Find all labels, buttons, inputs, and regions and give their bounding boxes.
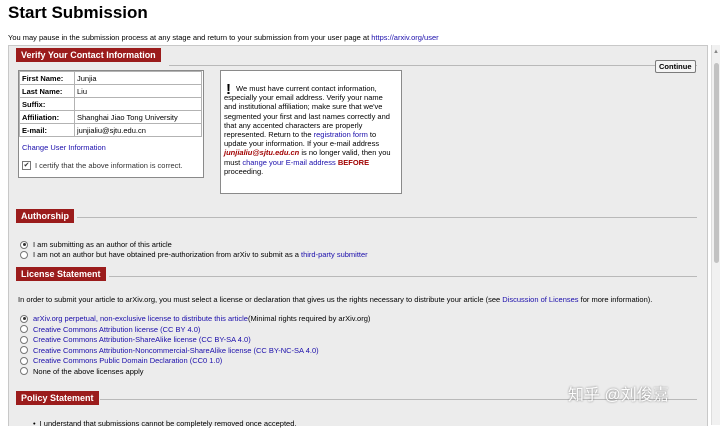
contact-field-label: E-mail:	[19, 123, 75, 137]
bullet-icon: •	[33, 419, 36, 428]
contact-row: E-mail: junjialiu@sjtu.edu.cn	[19, 123, 202, 137]
intro-text: You may pause in the submission process …	[8, 33, 439, 42]
scroll-thumb[interactable]	[714, 63, 719, 263]
license-option[interactable]: Creative Commons Public Domain Declarati…	[20, 356, 222, 365]
certify-label: I certify that the above information is …	[35, 161, 183, 170]
section-divider	[169, 65, 697, 66]
license-option-label[interactable]: Creative Commons Attribution-ShareAlike …	[33, 335, 251, 344]
license-intro: In order to submit your article to arXiv…	[18, 295, 652, 304]
section-title-authorship: Authorship	[16, 209, 74, 223]
section-title-license: License Statement	[16, 267, 106, 281]
warning-text-4: proceeding.	[224, 166, 264, 176]
contact-field-label: First Name:	[19, 71, 75, 85]
license-option[interactable]: Creative Commons Attribution-ShareAlike …	[20, 335, 251, 344]
policy-item-text: I understand that submissions cannot be …	[39, 419, 297, 428]
license-option-label: None of the above licenses apply	[33, 366, 144, 376]
license-option[interactable]: Creative Commons Attribution-Noncommerci…	[20, 346, 319, 355]
contact-field-value: Junjia	[74, 71, 202, 85]
section-title-contact: Verify Your Contact Information	[16, 48, 161, 62]
before-emphasis: BEFORE	[337, 157, 370, 167]
contact-field-label: Last Name:	[19, 84, 75, 98]
scroll-up-icon[interactable]: ▲	[713, 49, 719, 55]
radio-icon[interactable]	[20, 314, 28, 323]
radio-icon[interactable]	[20, 325, 28, 333]
page-title: Start Submission	[8, 3, 148, 22]
registration-form-link[interactable]: registration form	[314, 130, 368, 139]
contact-field-value: Liu	[74, 84, 202, 98]
warning-email: junjialiu@sjtu.edu.cn	[224, 148, 300, 158]
license-intro-text: In order to submit your article to arXiv…	[18, 295, 503, 304]
contact-field-label: Suffix:	[19, 97, 75, 111]
radio-icon[interactable]	[20, 367, 28, 375]
license-option-note: (Minimal rights required by arXiv.org)	[247, 314, 371, 323]
contact-field-value: Shanghai Jiao Tong University	[74, 110, 202, 124]
section-divider	[77, 217, 697, 218]
contact-field-value: junjialiu@sjtu.edu.cn	[74, 123, 202, 137]
authorship-option-author[interactable]: I am submitting as an author of this art…	[20, 240, 172, 249]
submission-panel: Verify Your Contact Information Continue…	[8, 45, 708, 428]
contact-row: Last Name: Liu	[19, 84, 202, 98]
license-intro-end: for more information).	[578, 295, 653, 304]
change-user-info-link[interactable]: Change User Information	[22, 143, 106, 152]
license-option-label[interactable]: arXiv.org perpetual, non-exclusive licen…	[33, 314, 248, 323]
contact-info-box: First Name: Junjia Last Name: Liu Suffix: Aff…	[18, 70, 204, 178]
license-option-label[interactable]: Creative Commons Attribution license (CC…	[33, 325, 200, 334]
contact-field-label: Affiliation:	[19, 110, 75, 124]
radio-icon[interactable]	[20, 335, 28, 344]
license-option[interactable]: None of the above licenses apply	[20, 367, 144, 376]
policy-item: • I understand that submissions cannot be…	[33, 419, 296, 428]
user-page-link[interactable]: https://arxiv.org/user	[371, 33, 438, 42]
watermark: 知乎 @刘俊嘉	[568, 387, 669, 404]
authorship-option-author-label: I am submitting as an author of this art…	[33, 240, 172, 249]
authorship-option-third-party-label: I am not an author but have obtained pre…	[33, 250, 299, 259]
contact-row: Affiliation: Shanghai Jiao Tong Universit…	[19, 110, 202, 124]
section-divider	[109, 276, 697, 277]
continue-button[interactable]: Continue	[655, 60, 696, 73]
license-option-label[interactable]: Creative Commons Attribution-Noncommerci…	[33, 346, 319, 355]
discussion-of-licenses-link[interactable]: Discussion of Licenses	[502, 295, 578, 304]
section-title-policy: Policy Statement	[16, 391, 99, 405]
radio-icon[interactable]	[20, 240, 28, 249]
certify-row: ✔ I certify that the above information i…	[22, 161, 183, 170]
contact-row: Suffix:	[19, 97, 202, 111]
radio-icon[interactable]	[20, 250, 28, 259]
third-party-submitter-link[interactable]: third-party submitter	[301, 250, 368, 259]
contact-warning-box: ! We must have current contact informati…	[220, 70, 402, 194]
scrollbar[interactable]: ▲	[711, 45, 720, 425]
license-option-label[interactable]: Creative Commons Public Domain Declarati…	[33, 356, 222, 365]
radio-icon[interactable]	[20, 356, 28, 365]
contact-table: First Name: Junjia Last Name: Liu Suffix: Aff…	[19, 71, 202, 137]
intro-sentence: You may pause in the submission process …	[8, 33, 372, 42]
contact-row: First Name: Junjia	[19, 71, 202, 85]
license-option[interactable]: Creative Commons Attribution license (CC…	[20, 325, 200, 334]
license-option[interactable]: arXiv.org perpetual, non-exclusive licen…	[20, 314, 370, 323]
change-email-link[interactable]: change your E-mail address	[242, 158, 335, 167]
certify-checkbox[interactable]: ✔	[22, 161, 31, 170]
authorship-option-third-party[interactable]: I am not an author but have obtained pre…	[20, 250, 368, 259]
radio-icon[interactable]	[20, 346, 28, 354]
contact-field-value	[74, 97, 202, 111]
warning-text: We must have current contact information…	[224, 84, 394, 176]
